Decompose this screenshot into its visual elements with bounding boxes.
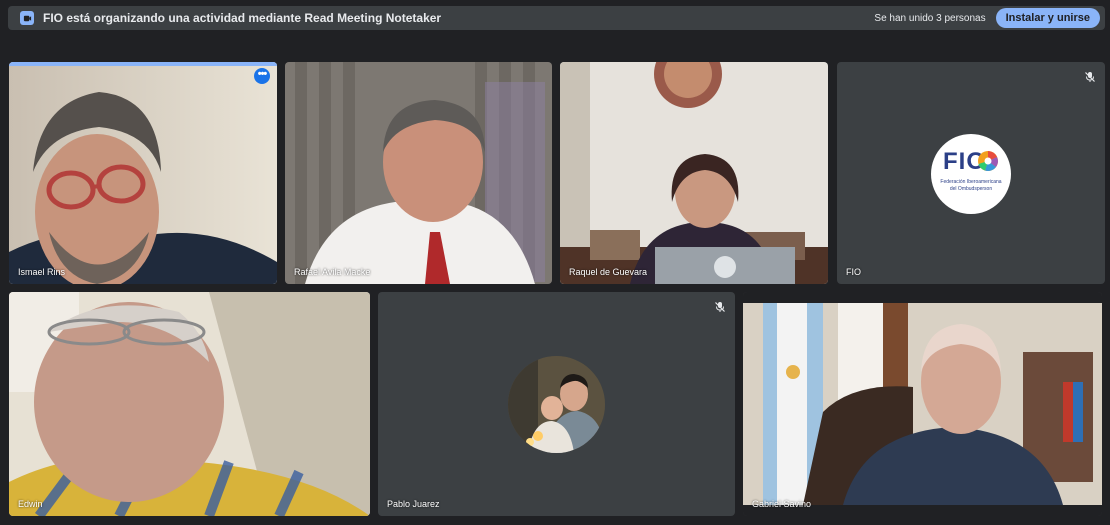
- more-options-icon[interactable]: •••: [254, 68, 270, 84]
- participant-name: Ismael Rins: [18, 267, 66, 277]
- participant-tile-edwin[interactable]: Edwin: [9, 292, 370, 516]
- participant-tile-raquel-de-guevara[interactable]: Raquel de Guevara: [560, 62, 828, 284]
- fio-logo-avatar: FIO Federación Iberoamericana del Ombuds…: [931, 134, 1011, 214]
- participant-tile-rafael-avila-macke[interactable]: Rafael Avila Macke: [285, 62, 552, 284]
- participant-video: [9, 62, 277, 284]
- participant-name: FIO: [846, 267, 861, 277]
- participant-video: [743, 292, 1102, 516]
- participant-video: [285, 62, 552, 284]
- mic-off-icon: [1085, 72, 1095, 82]
- participant-name: Pablo Juarez: [387, 499, 440, 509]
- meet-app-icon: [20, 11, 34, 25]
- participant-tile-pablo-juarez[interactable]: Pablo Juarez: [378, 292, 735, 516]
- install-and-join-button[interactable]: Instalar y unirse: [995, 8, 1100, 28]
- participant-tile-gabriel-savino[interactable]: Gabriel Savino: [743, 292, 1102, 516]
- fio-logo-line1: Federación Iberoamericana: [940, 179, 1002, 185]
- notetaker-banner: FIO está organizando una actividad media…: [8, 6, 1105, 30]
- participant-tile-fio[interactable]: FIO Federación Iberoamericana del Ombuds…: [837, 62, 1105, 284]
- participant-name: Rafael Avila Macke: [294, 267, 371, 277]
- fio-logo-wheel-icon: [978, 151, 998, 171]
- fio-logo-line2: del Ombudsperson: [949, 186, 993, 192]
- participant-name: Edwin: [18, 499, 43, 509]
- participant-avatar: [508, 356, 605, 453]
- participant-name: Raquel de Guevara: [569, 267, 648, 277]
- banner-message: FIO está organizando una actividad media…: [43, 11, 442, 25]
- mic-off-icon: [715, 302, 725, 312]
- participant-video: [560, 62, 828, 284]
- participant-video: [9, 292, 370, 516]
- joined-count-text: Se han unido 3 personas: [874, 12, 986, 24]
- participant-name: Gabriel Savino: [752, 499, 812, 509]
- participant-tile-ismael-rins[interactable]: ••• Ismael Rins: [9, 62, 277, 284]
